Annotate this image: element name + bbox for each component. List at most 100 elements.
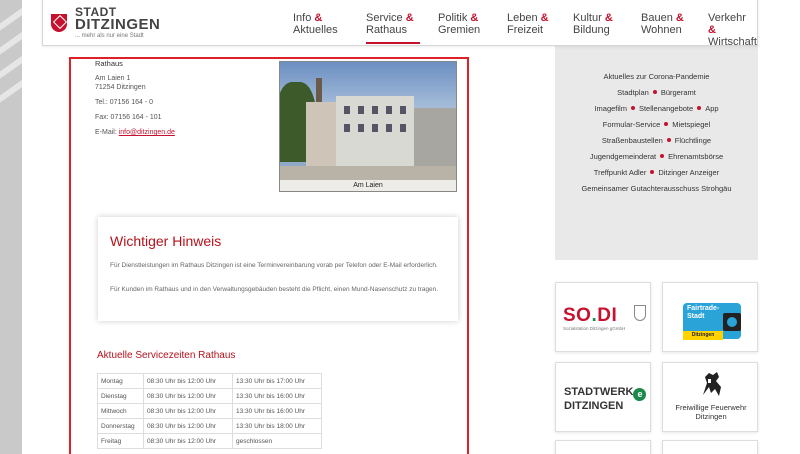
service-hours-table: Montag 08:30 Uhr bis 12:00 Uhr 13:30 Uhr b… <box>97 373 322 449</box>
separator-dot <box>630 106 635 110</box>
quick-link[interactable]: Imagefilm <box>594 104 627 113</box>
left-decor-strip <box>0 0 22 454</box>
quick-link[interactable]: Stadtplan <box>617 88 649 97</box>
afternoon-cell: 13:30 Uhr bis 17:00 Uhr <box>232 373 322 389</box>
nav-leben[interactable]: Leben & Freizeit <box>507 12 549 36</box>
photo-window <box>386 124 392 132</box>
main-nav: Info & Aktuelles Service & Rathaus Politik… <box>293 12 757 48</box>
fairtrade-line2: Stadt <box>687 313 705 320</box>
fairtrade-line1: Fairtrade- <box>687 305 720 312</box>
quick-link[interactable]: Jugendgemeinderat <box>590 152 656 161</box>
nav-label: Rathaus <box>366 24 407 36</box>
address-fax: Fax: 07156 164 - 101 <box>95 114 162 121</box>
logo-tagline: ... mehr als nur eine Stadt <box>75 33 144 39</box>
sodi-tile[interactable]: SO.DI Sozialstation Ditzingen gGmbH <box>555 282 651 352</box>
separator-dot <box>697 106 702 110</box>
quick-links-row: Gemeinsamer Gutachterausschuss Strohgäu <box>555 184 758 194</box>
quick-link[interactable]: Treffpunkt Adler <box>594 168 647 177</box>
afternoon-cell: geschlossen <box>232 433 322 449</box>
stadtwerke-tile[interactable]: STADTWERK e DITZINGEN <box>555 362 651 432</box>
nav-politik[interactable]: Politik & Gremien <box>438 12 480 36</box>
nav-label: Freizeit <box>507 24 544 36</box>
quick-links-row: Jugendgemeinderat Ehrenamtsbörse <box>555 152 758 162</box>
quick-link[interactable]: Formular-Service <box>603 120 661 129</box>
photo-window <box>372 124 378 132</box>
quick-links-row: Stadtplan Bürgeramt <box>555 88 758 98</box>
table-row: Dienstag 08:30 Uhr bis 12:00 Uhr 13:30 Uhr… <box>97 388 322 404</box>
nav-label: Bildung <box>573 24 610 36</box>
amp: & <box>405 12 414 24</box>
nav-verkehr[interactable]: Verkehr & Wirtschaft <box>708 12 757 48</box>
photo-window <box>358 106 364 114</box>
quick-links-row: Imagefilm Stellenangebote App <box>555 104 758 114</box>
stripe <box>0 0 22 33</box>
sodi-text: DI <box>597 305 618 326</box>
photo-window <box>386 106 392 114</box>
quick-link[interactable]: Bürgeramt <box>661 88 696 97</box>
stadtwerke-line2: DITZINGEN <box>564 400 624 412</box>
fairtrade-mark-icon <box>723 313 741 331</box>
nav-info[interactable]: Info & Aktuelles <box>293 12 338 36</box>
separator-dot <box>664 122 669 126</box>
site-header: STADT DITZINGEN ... mehr als nur eine St… <box>42 0 758 48</box>
quick-link[interactable]: Mietspiegel <box>672 120 710 129</box>
nav-label: Info <box>293 12 312 24</box>
stadtwerke-e-icon: e <box>633 388 647 401</box>
morning-cell: 08:30 Uhr bis 12:00 Uhr <box>143 388 233 404</box>
sodi-logo: SO.DI <box>563 305 617 327</box>
quick-link[interactable]: Stellenangebote <box>639 104 693 113</box>
address-phone: Tel.: 07156 164 - 0 <box>95 99 153 106</box>
logo-line2: DITZINGEN <box>75 16 161 33</box>
table-row: Montag 08:30 Uhr bis 12:00 Uhr 13:30 Uhr b… <box>97 373 322 389</box>
address-email-row: E-Mail: info@ditzingen.de <box>95 128 175 137</box>
fairtrade-badge: Fairtrade- Stadt Ditzingen <box>683 293 741 343</box>
nav-label: Verkehr <box>708 12 746 24</box>
quick-link[interactable]: Aktuelles zur Corona-Pandemie <box>604 72 710 81</box>
nav-kultur[interactable]: Kultur & Bildung <box>573 12 613 36</box>
important-notice-card: Wichtiger Hinweis Für Dienstleistungen i… <box>98 217 458 321</box>
amp: & <box>675 12 684 24</box>
quick-links-box: Aktuelles zur Corona-Pandemie Stadtplan Bü… <box>555 40 758 260</box>
amp: & <box>470 12 479 24</box>
photo-window <box>344 124 350 132</box>
quick-link[interactable]: Gemeinsamer Gutachterausschuss Strohgäu <box>581 184 731 193</box>
table-row: Freitag 08:30 Uhr bis 12:00 Uhr geschlosse… <box>97 433 322 449</box>
quick-link[interactable]: Ehrenamtsbörse <box>668 152 723 161</box>
notice-paragraph-1: Für Dienstleistungen im Rathaus Ditzinge… <box>110 262 438 269</box>
nav-bauen[interactable]: Bauen & Wohnen <box>641 12 684 36</box>
quick-link[interactable]: App <box>705 104 718 113</box>
photo-building <box>336 96 414 168</box>
site-logo[interactable]: STADT DITZINGEN ... mehr als nur eine St… <box>51 6 191 40</box>
feuerwehr-tile[interactable]: Freiwillige Feuerwehr Ditzingen <box>662 362 758 432</box>
fairtrade-tile[interactable]: Fairtrade- Stadt Ditzingen <box>662 282 758 352</box>
day-cell: Freitag <box>97 433 144 449</box>
quick-link[interactable]: Ditzinger Anzeiger <box>658 168 719 177</box>
sodi-text: SO <box>563 305 592 326</box>
horse-crest-icon <box>703 372 721 396</box>
table-row: Mittwoch 08:30 Uhr bis 12:00 Uhr 13:30 Uhr… <box>97 403 322 419</box>
nav-label: Gremien <box>438 24 481 36</box>
quick-link[interactable]: Flüchtlinge <box>675 136 711 145</box>
photo-building <box>306 102 336 172</box>
email-label: E-Mail: <box>95 129 117 136</box>
photo-window <box>344 106 350 114</box>
crest-icon <box>51 14 67 32</box>
photo-caption: Am Laien <box>280 180 456 191</box>
address-block: Rathaus Am Laien 1 71254 Ditzingen Tel.:… <box>95 59 175 137</box>
tile-partial[interactable] <box>662 440 758 454</box>
nav-label: Wirtschaft <box>708 36 757 48</box>
crest-icon <box>634 305 646 321</box>
fairtrade-text: Fairtrade- Stadt <box>687 305 719 321</box>
service-hours-title: Aktuelle Servicezeiten Rathaus <box>97 350 236 361</box>
sodi-subtitle: Sozialstation Ditzingen gGmbH <box>563 326 626 331</box>
amp: & <box>708 24 716 36</box>
email-link[interactable]: info@ditzingen.de <box>119 129 175 136</box>
amp: & <box>314 12 323 24</box>
amp: & <box>540 12 549 24</box>
stadtwerke-logo: STADTWERK e DITZINGEN <box>564 387 647 412</box>
quick-links-row: Treffpunkt Adler Ditzinger Anzeiger <box>555 168 758 178</box>
tile-partial[interactable] <box>555 440 651 454</box>
morning-cell: 08:30 Uhr bis 12:00 Uhr <box>143 433 233 449</box>
nav-service[interactable]: Service & Rathaus <box>366 12 420 44</box>
quick-link[interactable]: Straßenbaustellen <box>602 136 663 145</box>
